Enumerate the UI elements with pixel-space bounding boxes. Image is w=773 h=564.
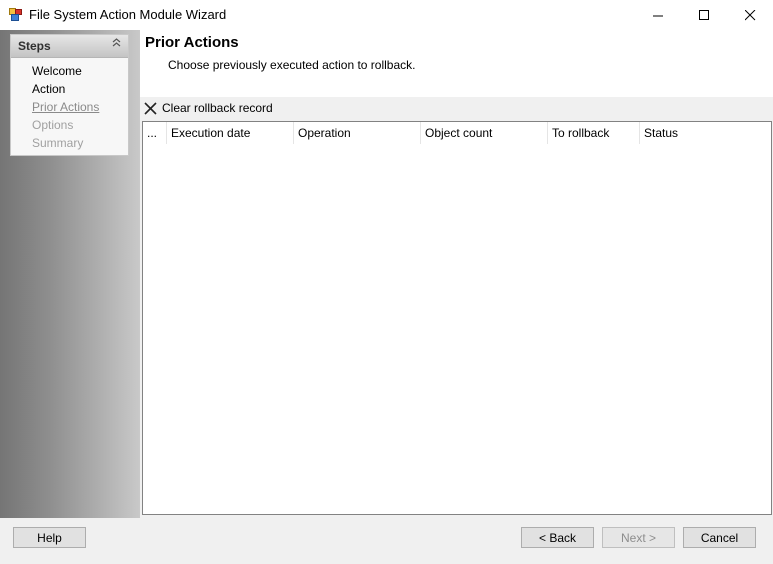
next-button[interactable]: Next >	[602, 527, 675, 548]
step-options: Options	[32, 118, 74, 132]
column-header-execution-date[interactable]: Execution date	[167, 122, 294, 144]
maximize-icon	[698, 9, 709, 20]
steps-title: Steps	[18, 39, 51, 53]
title-bar: File System Action Module Wizard	[0, 0, 773, 30]
step-prior-actions[interactable]: Prior Actions	[32, 100, 99, 114]
step-summary: Summary	[32, 136, 84, 150]
step-action: Action	[32, 82, 66, 96]
column-header-status[interactable]: Status	[640, 122, 771, 144]
clear-x-icon	[144, 101, 157, 115]
page-subtitle: Choose previously executed action to rol…	[168, 58, 416, 72]
grid-header: ... Execution date Operation Object coun…	[143, 122, 771, 144]
maximize-button[interactable]	[681, 0, 727, 30]
window-title: File System Action Module Wizard	[29, 7, 227, 22]
grid-toolbar: Clear rollback record	[140, 97, 773, 117]
steps-header[interactable]: Steps	[11, 35, 128, 58]
step-welcome: Welcome	[32, 64, 82, 78]
column-header-to-rollback[interactable]: To rollback	[548, 122, 640, 144]
prior-actions-grid[interactable]: ... Execution date Operation Object coun…	[142, 121, 772, 515]
column-header-operation[interactable]: Operation	[294, 122, 421, 144]
wizard-footer: Help < Back Next > Cancel	[0, 518, 773, 564]
minimize-icon	[652, 15, 663, 16]
minimize-button[interactable]	[635, 0, 681, 30]
app-icon	[9, 8, 22, 21]
column-header-object-count[interactable]: Object count	[421, 122, 548, 144]
close-icon	[744, 9, 755, 20]
page-title: Prior Actions	[145, 34, 239, 51]
wizard-sidebar: Steps Welcome Action Prior Actions Optio…	[0, 30, 140, 518]
clear-rollback-record-label: Clear rollback record	[162, 101, 273, 115]
collapse-icon[interactable]	[112, 37, 121, 50]
close-button[interactable]	[727, 0, 773, 30]
back-button[interactable]: < Back	[521, 527, 594, 548]
steps-panel: Steps Welcome Action Prior Actions Optio…	[10, 34, 129, 156]
help-button[interactable]: Help	[13, 527, 86, 548]
cancel-button[interactable]: Cancel	[683, 527, 756, 548]
clear-rollback-record-button[interactable]: Clear rollback record	[144, 99, 273, 117]
column-header-select[interactable]: ...	[143, 122, 167, 144]
